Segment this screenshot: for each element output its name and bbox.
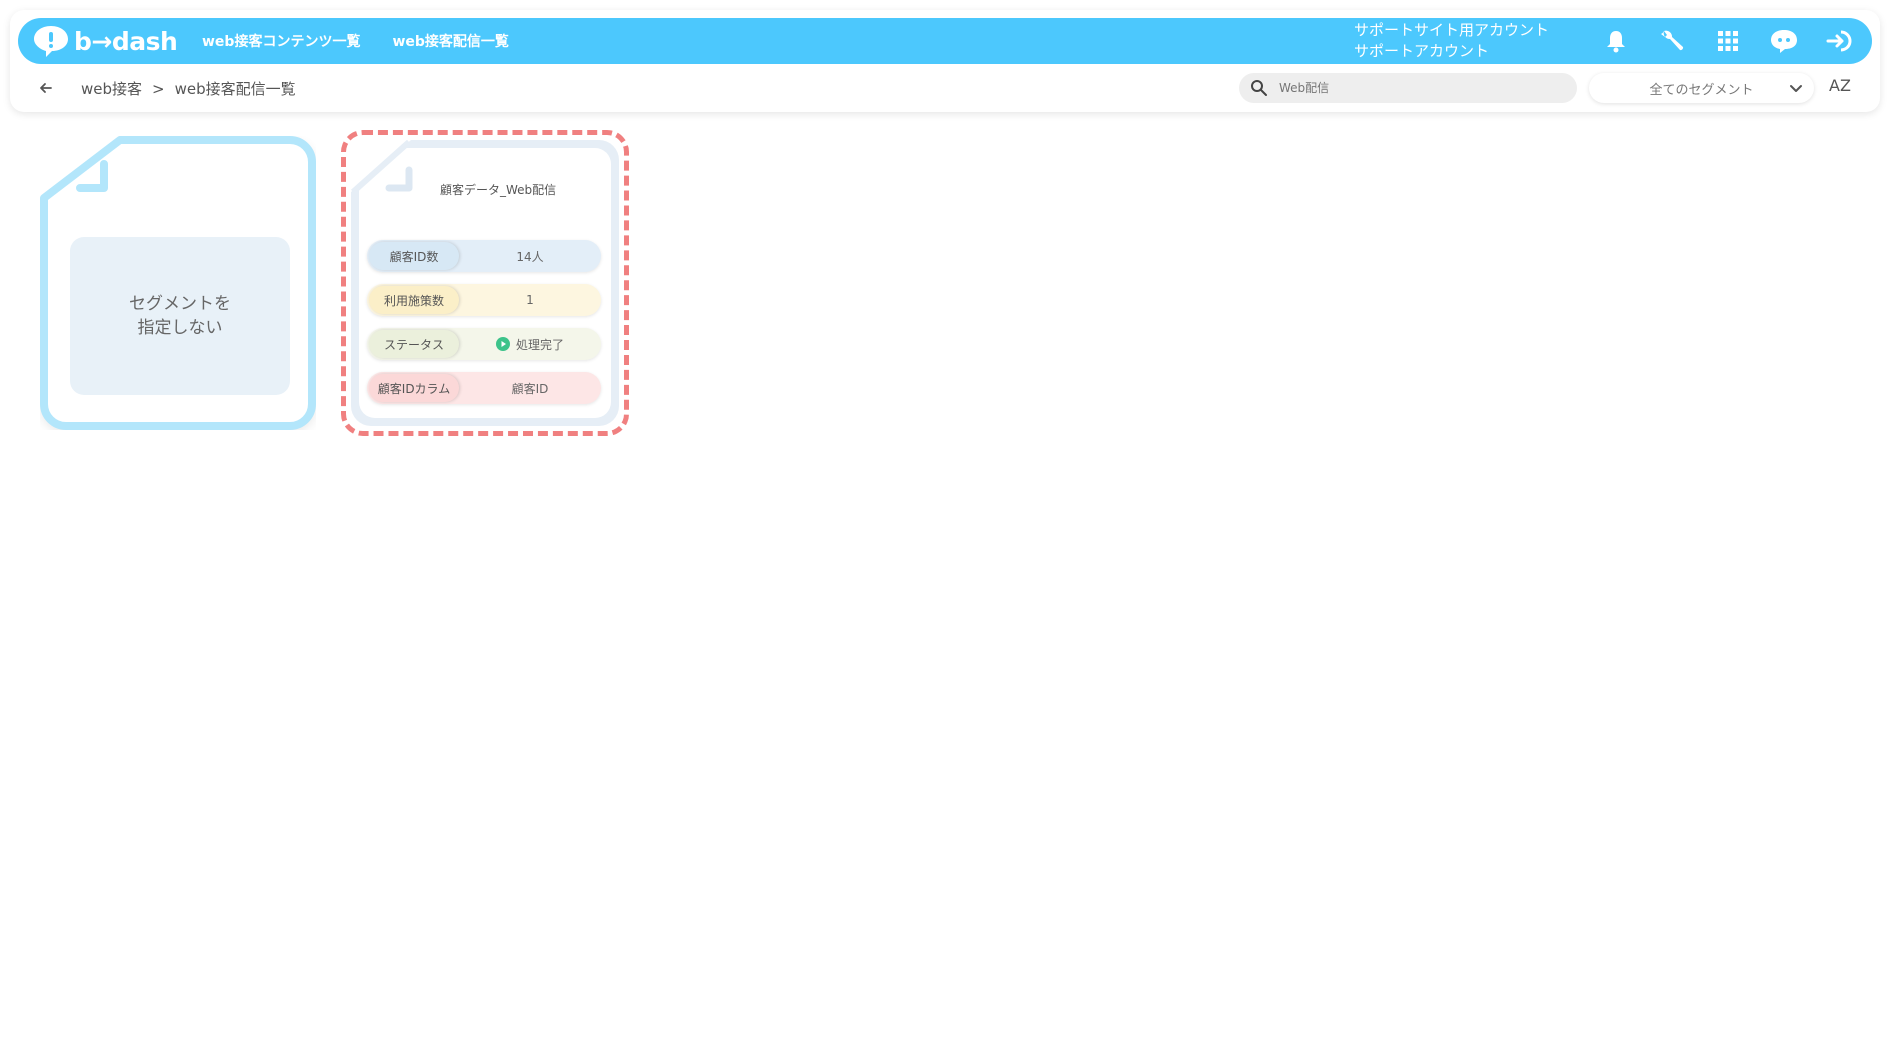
breadcrumb-web-service[interactable]: web接客 [81,78,142,99]
logout-icon[interactable] [1812,18,1868,64]
account-name: サポートサイト用アカウント [1354,21,1550,39]
card-no-segment[interactable]: セグメントを 指定しない [40,136,316,430]
no-segment-label: セグメントを 指定しない [70,237,290,395]
chat-bot-icon[interactable] [1756,18,1812,64]
play-circle-icon [495,337,510,351]
stat-row-status: ステータス 処理完了 [367,328,601,360]
wrench-icon[interactable] [1644,18,1700,64]
stat-row-usage-count: 利用施策数 1 [367,284,601,316]
stat-label: 顧客ID数 [369,242,459,270]
folded-corner-icon [351,140,413,195]
stat-value: 顧客ID [511,381,549,396]
stat-value-wrap: 処理完了 [459,336,601,353]
segment-title: 顧客データ_Web配信 [440,183,557,197]
no-segment-line2: 指定しない [137,318,223,338]
back-arrow-icon[interactable] [36,78,56,98]
stat-label: 利用施策数 [369,286,459,314]
sort-az-button[interactable]: AZ [1829,76,1857,100]
search-icon [1239,79,1279,97]
logo-bubble-icon [34,26,68,57]
stat-row-id-column: 顧客IDカラム 顧客ID [367,372,601,404]
header-icons [1588,18,1868,64]
search-input[interactable] [1279,81,1559,95]
breadcrumb-separator: > [152,79,165,98]
account-info[interactable]: サポートサイト用アカウント サポートアカウント [1354,20,1554,62]
nav-web-delivery-list[interactable]: web接客配信一覧 [392,31,508,51]
status-value: 処理完了 [515,337,564,352]
main-nav: web接客コンテンツ一覧 web接客配信一覧 [202,18,509,64]
sub-toolbar: web接客 > web接客配信一覧 全てのセグメント AZ [18,70,1872,106]
breadcrumb-current: web接客配信一覧 [174,80,296,98]
segment-select-value: 全てのセグメント [1649,82,1754,98]
top-navigation-bar: b→dash web接客コンテンツ一覧 web接客配信一覧 サポートサイト用アカ… [18,18,1872,64]
nav-web-content-list[interactable]: web接客コンテンツ一覧 [202,31,360,51]
logo-text: b→dash [74,26,178,56]
chevron-down-icon [1790,85,1802,92]
sort-az-label: AZ [1829,76,1851,95]
search-box [1239,73,1577,103]
breadcrumb: web接客 > web接客配信一覧 [81,78,296,99]
segment-select[interactable]: 全てのセグメント [1589,73,1814,103]
stat-label: 顧客IDカラム [369,374,459,402]
no-segment-line1: セグメントを [129,294,231,314]
stat-value: 1 [526,293,534,307]
grid-icon[interactable] [1700,18,1756,64]
account-user: サポートアカウント [1354,42,1490,60]
logo[interactable]: b→dash [32,21,178,61]
bell-icon[interactable] [1588,18,1644,64]
stat-value: 14人 [516,249,544,264]
stat-row-customer-count: 顧客ID数 14人 [367,240,601,272]
stat-label: ステータス [369,330,459,358]
